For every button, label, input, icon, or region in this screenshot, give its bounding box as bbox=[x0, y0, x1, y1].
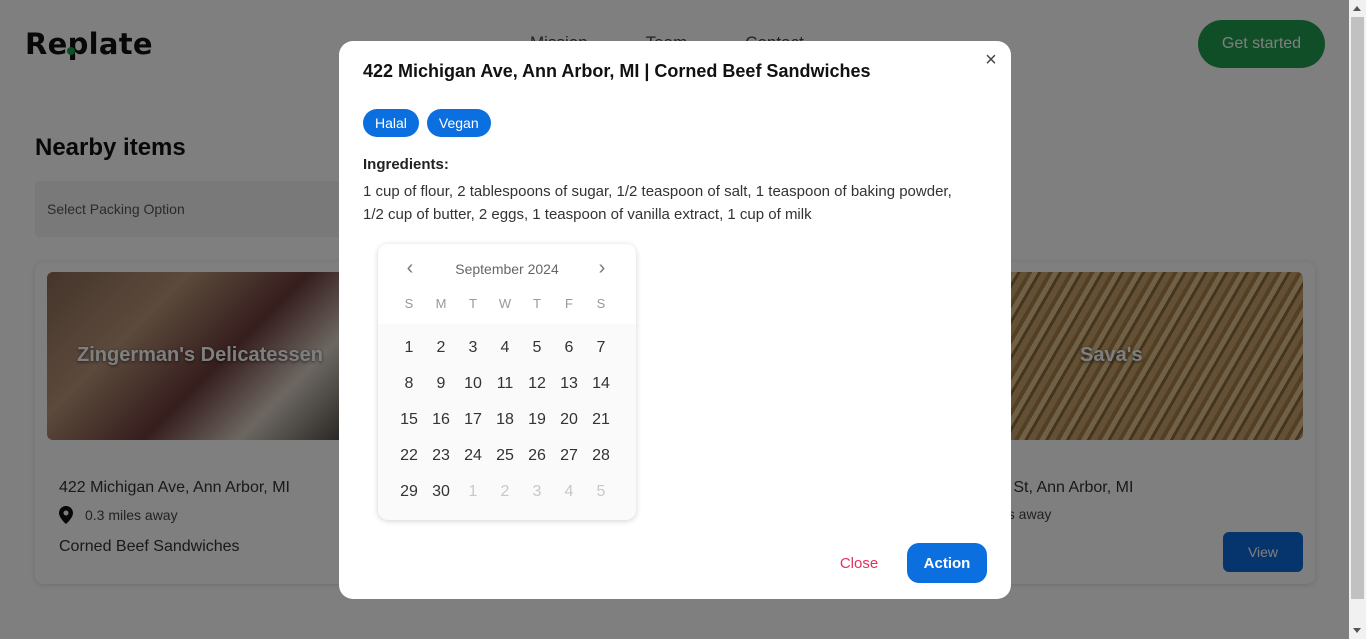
calendar-day[interactable]: 18 bbox=[489, 408, 521, 444]
calendar-day[interactable]: 2 bbox=[425, 336, 457, 372]
calendar-day-next-month[interactable]: 4 bbox=[553, 480, 585, 516]
weekday-label: F bbox=[565, 296, 573, 311]
weekday-label: T bbox=[469, 296, 477, 311]
close-icon[interactable]: × bbox=[983, 50, 999, 70]
calendar-day[interactable]: 11 bbox=[489, 372, 521, 408]
scroll-up-icon[interactable] bbox=[1353, 6, 1361, 11]
weekday-label: S bbox=[596, 296, 606, 311]
calendar-day[interactable]: 4 bbox=[489, 336, 521, 372]
calendar-day[interactable]: 12 bbox=[521, 372, 553, 408]
calendar-day[interactable]: 19 bbox=[521, 408, 553, 444]
calendar-day[interactable]: 29 bbox=[393, 480, 425, 516]
scrollbar-thumb[interactable] bbox=[1351, 17, 1364, 599]
item-detail-modal: 422 Michigan Ave, Ann Arbor, MI | Corned… bbox=[339, 41, 1011, 599]
calendar-day[interactable]: 26 bbox=[521, 444, 553, 480]
calendar-day[interactable]: 17 bbox=[457, 408, 489, 444]
calendar-day[interactable]: 9 bbox=[425, 372, 457, 408]
tag-halal: Halal bbox=[363, 109, 419, 137]
ingredients-label: Ingredients: bbox=[363, 156, 449, 173]
chevron-right-icon[interactable]: › bbox=[592, 257, 612, 280]
calendar-day[interactable]: 30 bbox=[425, 480, 457, 516]
calendar-day[interactable]: 5 bbox=[521, 336, 553, 372]
calendar-day-next-month[interactable]: 5 bbox=[585, 480, 617, 516]
calendar-day[interactable]: 13 bbox=[553, 372, 585, 408]
scroll-down-icon[interactable] bbox=[1353, 628, 1361, 633]
calendar-day[interactable]: 27 bbox=[553, 444, 585, 480]
calendar-day[interactable]: 21 bbox=[585, 408, 617, 444]
calendar-day[interactable]: 20 bbox=[553, 408, 585, 444]
calendar-day[interactable]: 6 bbox=[553, 336, 585, 372]
calendar-day-next-month[interactable]: 2 bbox=[489, 480, 521, 516]
calendar-header: ‹ September 2024 › SMTWTFS bbox=[378, 244, 636, 324]
calendar-day[interactable]: 16 bbox=[425, 408, 457, 444]
calendar-day[interactable]: 8 bbox=[393, 372, 425, 408]
calendar-day[interactable]: 22 bbox=[393, 444, 425, 480]
calendar-day[interactable]: 23 bbox=[425, 444, 457, 480]
close-button[interactable]: Close bbox=[829, 543, 889, 583]
action-button[interactable]: Action bbox=[907, 543, 987, 583]
ingredients-text: 1 cup of flour, 2 tablespoons of sugar, … bbox=[363, 183, 952, 223]
weekday-label: S bbox=[404, 296, 414, 311]
calendar-days-grid: 1 2 3 4 5 6 7 8 9 10 11 12 13 14 15 16 17 18 19 20 21 22 23 24 2… bbox=[393, 336, 617, 516]
calendar-day-next-month[interactable]: 1 bbox=[457, 480, 489, 516]
calendar-day-next-month[interactable]: 3 bbox=[521, 480, 553, 516]
page-scrollbar[interactable] bbox=[1349, 0, 1366, 639]
date-picker-calendar: ‹ September 2024 › SMTWTFS 1 2 3 4 5 6 7 8 9 10 11… bbox=[378, 244, 636, 520]
calendar-day[interactable]: 3 bbox=[457, 336, 489, 372]
weekday-label: W bbox=[498, 296, 512, 311]
dietary-tags: Halal Vegan bbox=[363, 109, 491, 137]
calendar-day[interactable]: 24 bbox=[457, 444, 489, 480]
calendar-day[interactable]: 10 bbox=[457, 372, 489, 408]
calendar-day[interactable]: 15 bbox=[393, 408, 425, 444]
tag-vegan: Vegan bbox=[426, 109, 491, 137]
weekday-label: T bbox=[533, 296, 541, 311]
calendar-day[interactable]: 14 bbox=[585, 372, 617, 408]
modal-title: 422 Michigan Ave, Ann Arbor, MI | Corned… bbox=[363, 61, 871, 81]
calendar-weekdays: SMTWTFS bbox=[393, 296, 617, 311]
calendar-day[interactable]: 1 bbox=[393, 336, 425, 372]
calendar-day[interactable]: 25 bbox=[489, 444, 521, 480]
calendar-day[interactable]: 7 bbox=[585, 336, 617, 372]
calendar-day[interactable]: 28 bbox=[585, 444, 617, 480]
weekday-label: M bbox=[435, 296, 447, 311]
